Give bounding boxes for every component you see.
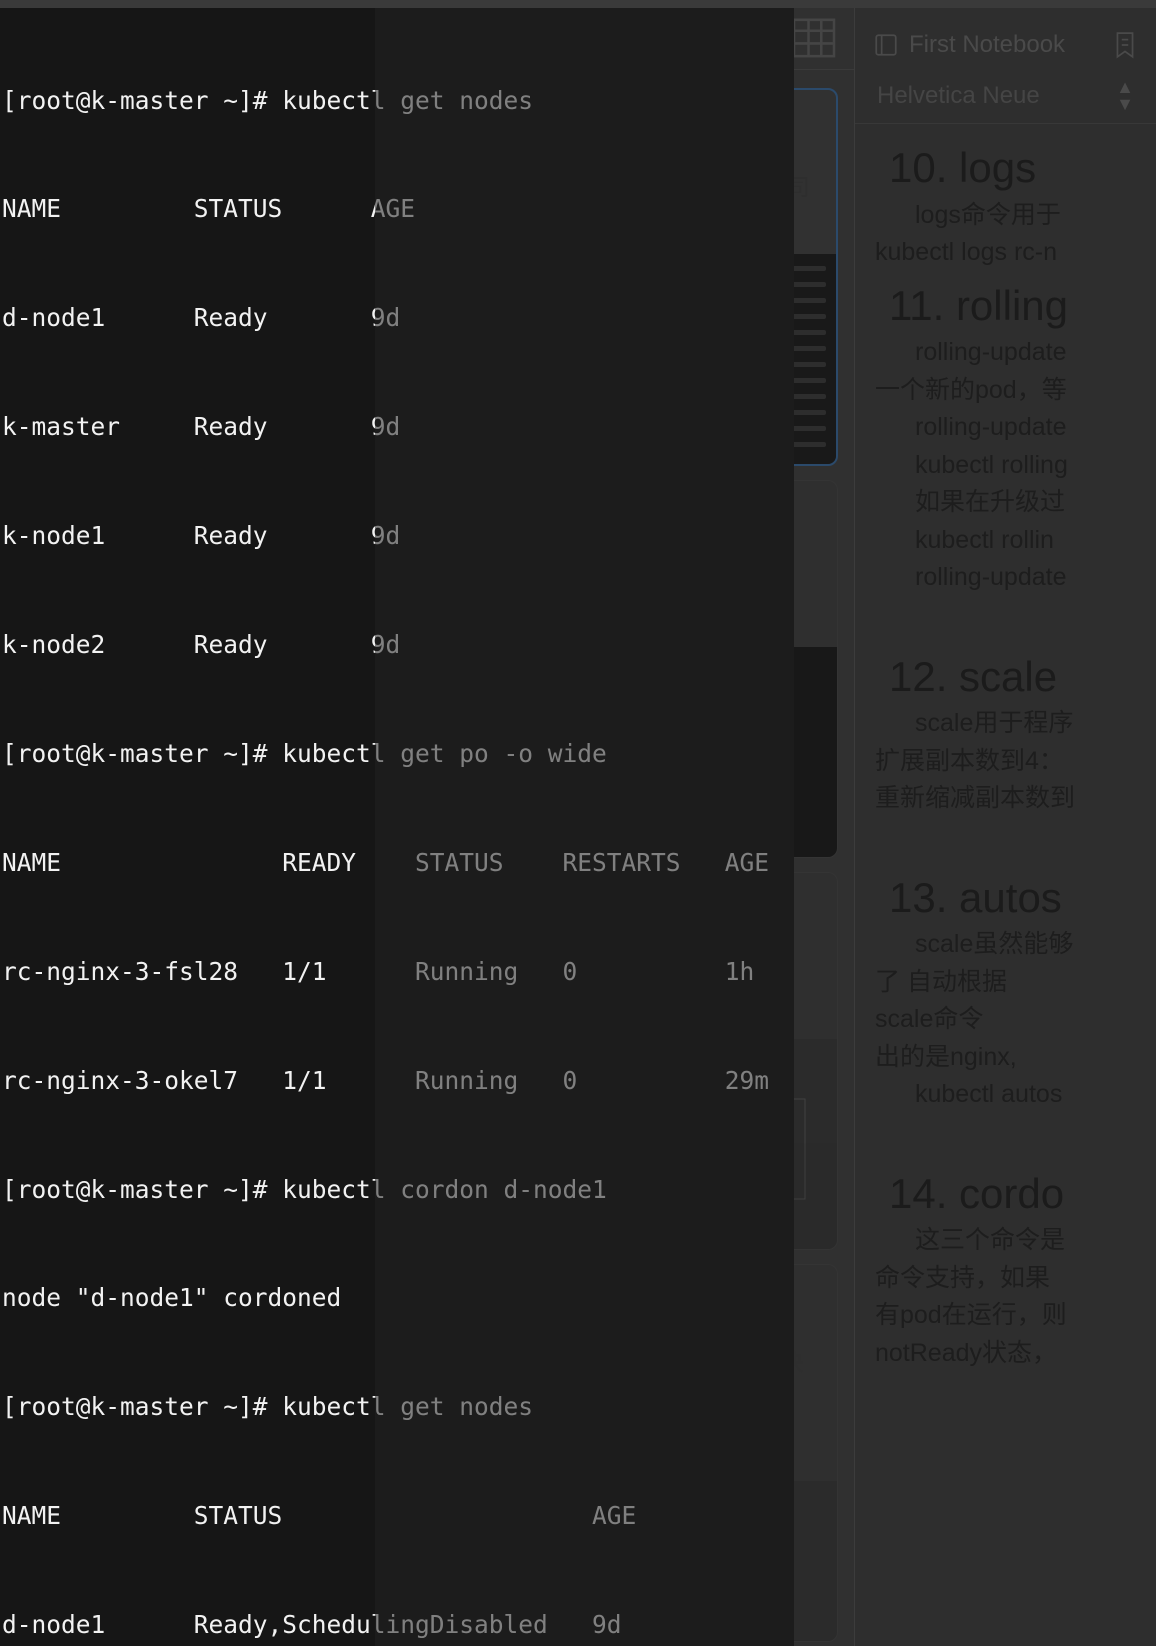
terminal-line: [root@k-master ~]# kubectl cordon d-node…	[2, 1174, 607, 1204]
paragraph: kubectl logs rc-n	[875, 238, 1058, 266]
heading: 12. scale	[889, 652, 1058, 700]
heading: 14. cordo	[889, 1169, 1065, 1217]
heading: 10. logs	[889, 144, 1037, 191]
terminal-line: NAME STATUS AGE	[2, 1501, 637, 1531]
paragraph: scale虽然能够	[915, 930, 1074, 958]
heading: 13. autos	[889, 873, 1062, 921]
terminal-line: [root@k-master ~]# kubectl get nodes	[2, 1392, 534, 1422]
paragraph: rolling-update	[915, 563, 1067, 591]
paragraph: kubectl autos	[915, 1080, 1063, 1108]
terminal-line: NAME READY STATUS RESTARTS AGE NODE	[2, 847, 770, 877]
terminal-line: rc-nginx-3-okel7 1/1 Running 0 29m k-nod…	[2, 1065, 770, 1095]
paragraph: rolling-update	[915, 338, 1067, 366]
terminal-line: node "d-node1" cordoned	[2, 1283, 342, 1313]
terminal-line: k-master Ready 9d	[2, 412, 401, 442]
paragraph: 扩展副本数到4：	[875, 746, 1064, 775]
stepper-icon[interactable]: ▲ ▼	[1116, 78, 1134, 112]
paragraph: 这三个命令是	[915, 1226, 1066, 1254]
terminal-line: d-node1 Ready,SchedulingDisabled 9d	[2, 1610, 622, 1640]
terminal-line: k-node1 Ready 9d	[2, 521, 401, 551]
terminal-window[interactable]: [root@k-master ~]# kubectl get nodes NAM…	[0, 8, 794, 1646]
screen: Shortcuts Drag notes, notebooks, or tags…	[0, 0, 1156, 1646]
paragraph: 重新缩减副本数到	[875, 784, 1076, 812]
terminal-line: [root@k-master ~]# kubectl get po -o wid…	[2, 738, 607, 768]
editor-header: First Notebook	[855, 8, 1156, 68]
notebook-name[interactable]: First Notebook	[909, 31, 1065, 59]
paragraph: 如果在升级过	[915, 488, 1066, 516]
paragraph: 有pod在运行，则	[875, 1301, 1067, 1329]
terminal-line: k-node2 Ready 9d	[2, 630, 401, 660]
grid-view-icon[interactable]	[792, 18, 836, 58]
font-name: Helvetica Neue	[877, 81, 1040, 109]
terminal-line: [root@k-master ~]# kubectl get nodes	[2, 85, 534, 115]
note-editor-panel: First Notebook Helvetica Neue ▲ ▼ 10. log…	[855, 8, 1156, 1646]
paragraph: logs命令用于	[915, 200, 1061, 229]
paragraph: 一个新的pod，等	[875, 375, 1067, 404]
font-selector[interactable]: Helvetica Neue ▲ ▼	[855, 68, 1156, 124]
paragraph: 出的是nginx,	[875, 1042, 1017, 1071]
paragraph: kubectl rollin	[915, 525, 1054, 554]
terminal-line: rc-nginx-3-fsl28 1/1 Running 0 1h d-node…	[2, 956, 755, 986]
paragraph: scale命令	[875, 1005, 984, 1033]
paragraph: kubectl rolling	[915, 450, 1068, 479]
terminal-line: d-node1 Ready 9d	[2, 303, 401, 333]
paragraph: 命令支持，如果	[875, 1263, 1051, 1292]
heading: 11. rolling	[889, 281, 1068, 329]
terminal-line: NAME STATUS AGE	[2, 194, 416, 224]
notebook-icon	[873, 32, 899, 58]
tag-icon[interactable]	[1112, 31, 1138, 59]
paragraph: 了 自动根据	[875, 967, 1007, 996]
paragraph: scale用于程序	[915, 709, 1074, 737]
paragraph: notReady状态，	[875, 1338, 1058, 1367]
paragraph: rolling-update	[915, 413, 1067, 441]
editor-content[interactable]: 10. logs logs命令用于 kubectl logs rc-n 11. …	[855, 124, 1156, 1372]
